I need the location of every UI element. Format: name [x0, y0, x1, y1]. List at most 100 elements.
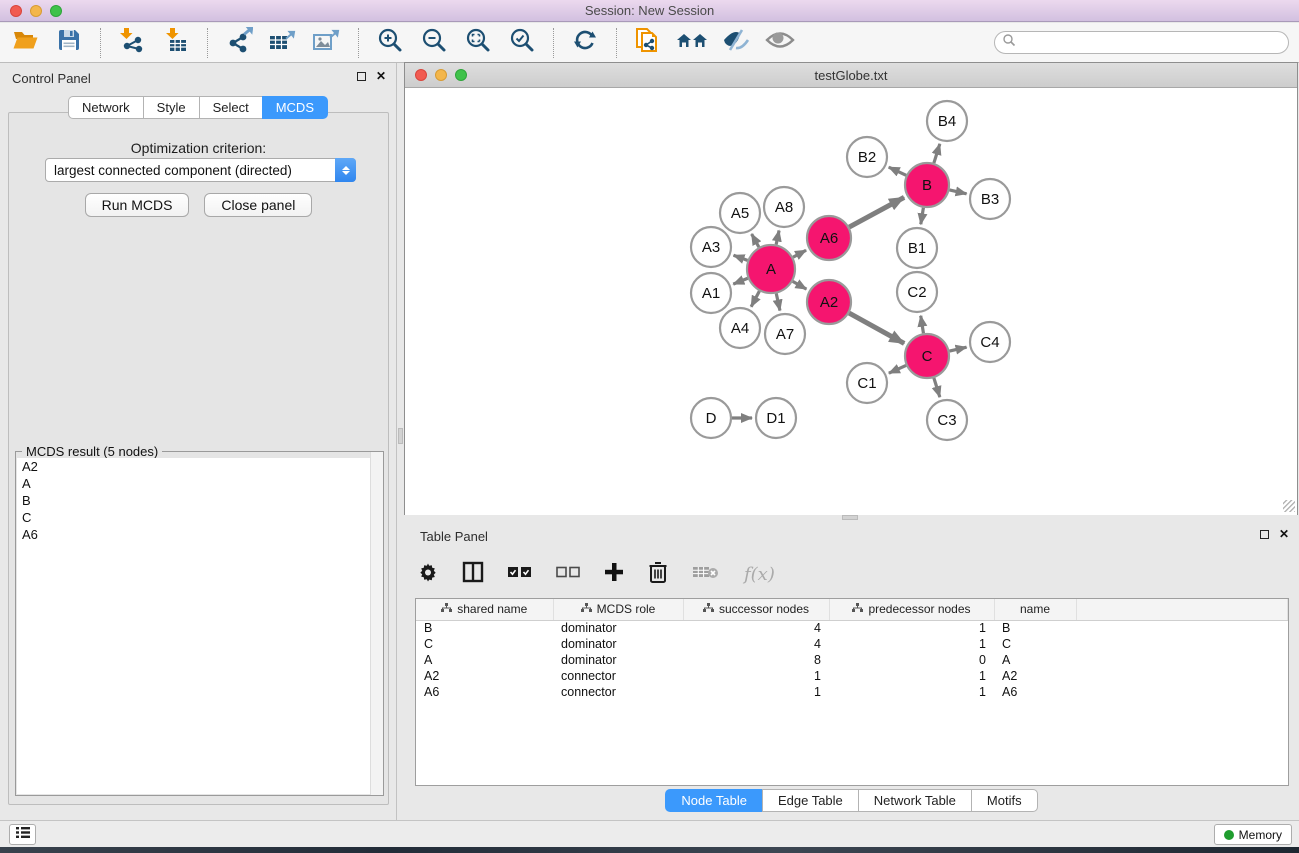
network-canvas[interactable]: AA6A2BCA5A8A3A1A4A7B2B4B3B1C2C1C4C3DD1 [405, 89, 1297, 515]
tab-node-table[interactable]: Node Table [665, 789, 762, 812]
save-session-button[interactable] [52, 27, 86, 59]
result-list-item[interactable]: C [17, 509, 382, 526]
edge-C-C3[interactable] [934, 378, 940, 397]
export-image-button[interactable] [310, 27, 344, 59]
cell-mcds_role[interactable]: dominator [553, 636, 683, 652]
edge-A-A1[interactable] [733, 278, 748, 284]
edge-A6-B[interactable] [849, 197, 904, 227]
cell-shared_name[interactable]: A2 [416, 668, 553, 684]
cell-shared_name[interactable]: C [416, 636, 553, 652]
tab-style[interactable]: Style [143, 96, 199, 119]
result-list-item[interactable]: A6 [17, 526, 382, 543]
tab-edge-table[interactable]: Edge Table [762, 789, 858, 812]
deselect-all-button[interactable] [556, 565, 580, 583]
cell-shared_name[interactable]: B [416, 620, 553, 636]
edge-A2-C[interactable] [849, 313, 904, 343]
table-row[interactable]: Adominator80A [416, 652, 1288, 668]
edge-A-A2[interactable] [793, 281, 807, 289]
cell-predecessor_nodes[interactable]: 1 [829, 684, 994, 700]
cell-name[interactable]: B [994, 620, 1076, 636]
column-header-successor-nodes[interactable]: successor nodes [683, 599, 829, 620]
edge-C-C2[interactable] [921, 316, 924, 334]
edge-A-A6[interactable] [793, 250, 806, 257]
duplicate-network-button[interactable] [631, 27, 665, 59]
edge-A-A3[interactable] [734, 255, 748, 260]
table-row[interactable]: Cdominator41C [416, 636, 1288, 652]
table-row[interactable]: Bdominator41B [416, 620, 1288, 636]
float-panel-icon[interactable] [357, 72, 366, 81]
tab-motifs[interactable]: Motifs [971, 789, 1038, 812]
cell-shared_name[interactable]: A6 [416, 684, 553, 700]
cell-successor_nodes[interactable]: 1 [683, 684, 829, 700]
cell-mcds_role[interactable]: dominator [553, 620, 683, 636]
edge-A-A5[interactable] [752, 234, 759, 247]
cell-name[interactable]: C [994, 636, 1076, 652]
edge-B-B3[interactable] [949, 190, 966, 194]
open-session-button[interactable] [8, 27, 42, 59]
zoom-selected-button[interactable] [505, 27, 539, 59]
edge-B-B4[interactable] [934, 144, 940, 163]
zoom-in-button[interactable] [373, 27, 407, 59]
task-history-button[interactable] [9, 824, 36, 845]
table-row[interactable]: A6connector11A6 [416, 684, 1288, 700]
edge-B-B2[interactable] [889, 167, 906, 175]
export-network-button[interactable] [222, 27, 256, 59]
cell-successor_nodes[interactable]: 8 [683, 652, 829, 668]
table-float-panel-icon[interactable] [1260, 530, 1269, 539]
show-details-button[interactable] [763, 27, 797, 59]
column-header-predecessor-nodes[interactable]: predecessor nodes [829, 599, 994, 620]
cell-name[interactable]: A2 [994, 668, 1076, 684]
cell-predecessor_nodes[interactable]: 1 [829, 620, 994, 636]
show-column-button[interactable] [462, 561, 484, 588]
resize-grip[interactable] [1283, 500, 1295, 512]
cell-mcds_role[interactable]: connector [553, 668, 683, 684]
cell-mcds_role[interactable]: dominator [553, 652, 683, 668]
column-header-name[interactable]: name [994, 599, 1076, 620]
search-field[interactable] [994, 31, 1289, 54]
import-network-button[interactable] [115, 27, 149, 59]
cell-predecessor_nodes[interactable]: 1 [829, 636, 994, 652]
cell-successor_nodes[interactable]: 1 [683, 668, 829, 684]
memory-button[interactable]: Memory [1214, 824, 1292, 845]
criterion-select[interactable]: largest connected component (directed) [45, 158, 356, 182]
column-header-shared-name[interactable]: shared name [416, 599, 553, 620]
close-panel-icon[interactable]: ✕ [376, 71, 386, 81]
column-header-mcds-role[interactable]: MCDS role [553, 599, 683, 620]
result-list-item[interactable]: A2 [17, 458, 382, 475]
edge-C-C1[interactable] [889, 365, 906, 373]
network-canvas-area[interactable]: AA6A2BCA5A8A3A1A4A7B2B4B3B1C2C1C4C3DD1 [405, 89, 1297, 515]
edge-A-A7[interactable] [776, 293, 780, 310]
table-row[interactable]: A2connector11A2 [416, 668, 1288, 684]
apply-function-button[interactable]: f(x) [744, 564, 775, 585]
cell-predecessor_nodes[interactable]: 1 [829, 668, 994, 684]
hide-details-button[interactable] [719, 27, 753, 59]
cell-mcds_role[interactable]: connector [553, 684, 683, 700]
zoom-out-button[interactable] [417, 27, 451, 59]
select-all-button[interactable] [508, 565, 532, 583]
table-settings-button[interactable] [418, 562, 438, 587]
network-overview-button[interactable] [675, 27, 709, 59]
edge-C-C4[interactable] [949, 347, 966, 351]
result-list-item[interactable]: A [17, 475, 382, 492]
tab-network-table[interactable]: Network Table [858, 789, 971, 812]
import-table-button[interactable] [159, 27, 193, 59]
cell-predecessor_nodes[interactable]: 0 [829, 652, 994, 668]
cell-name[interactable]: A6 [994, 684, 1076, 700]
delete-table-button[interactable] [692, 564, 720, 585]
result-list-scrollbar[interactable] [370, 452, 383, 795]
cell-successor_nodes[interactable]: 4 [683, 636, 829, 652]
add-row-button[interactable] [604, 562, 624, 587]
tab-select[interactable]: Select [199, 96, 262, 119]
delete-row-button[interactable] [648, 561, 668, 588]
close-panel-button[interactable]: Close panel [204, 193, 312, 217]
zoom-fit-button[interactable] [461, 27, 495, 59]
cell-shared_name[interactable]: A [416, 652, 553, 668]
run-mcds-button[interactable]: Run MCDS [85, 193, 190, 217]
refresh-view-button[interactable] [568, 27, 602, 59]
edge-A-A8[interactable] [776, 230, 779, 244]
table-close-panel-icon[interactable]: ✕ [1279, 529, 1289, 539]
edge-B-B1[interactable] [921, 208, 924, 225]
tab-mcds[interactable]: MCDS [262, 96, 328, 119]
horizontal-splitter-handle[interactable] [842, 515, 858, 520]
cell-name[interactable]: A [994, 652, 1076, 668]
